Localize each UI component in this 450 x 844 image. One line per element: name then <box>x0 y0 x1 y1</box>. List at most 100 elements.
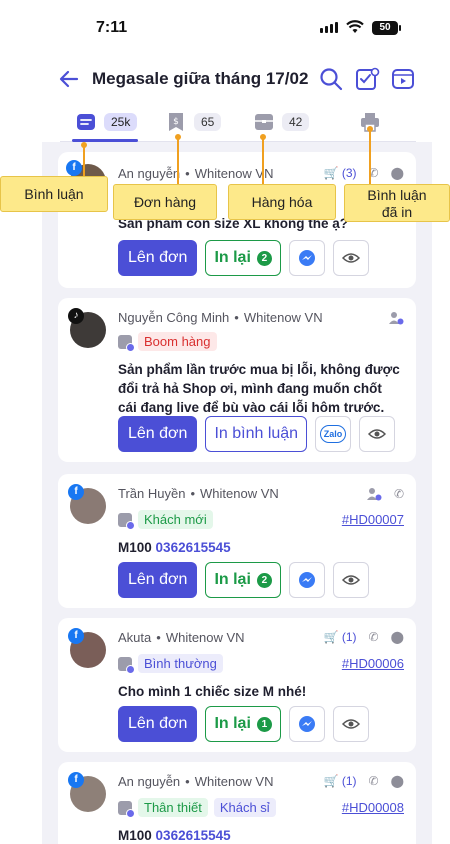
add-user-icon[interactable] <box>388 310 404 326</box>
reprint-button[interactable]: In lại 1 <box>205 706 281 742</box>
location-icon[interactable]: ⬤ <box>391 774 404 788</box>
video-icon[interactable] <box>390 66 416 92</box>
cart-icon: 🛒 <box>323 166 339 180</box>
create-order-button[interactable]: Lên đơn <box>118 240 198 276</box>
facebook-icon: f <box>68 772 84 788</box>
customer-tag: Khách mới <box>138 510 213 529</box>
customer-tags: Khách mới <box>118 510 213 530</box>
view-button[interactable] <box>359 416 396 452</box>
comment-meta <box>388 310 404 326</box>
view-button[interactable] <box>332 562 369 598</box>
comment-meta: 🛒 (1) ✆ ⬤ <box>324 774 404 788</box>
comment-card[interactable]: f Trần Huyền • Whitenow VN ✆ Khách mới #HD… <box>58 474 416 608</box>
comment-text: M100 0362615545 <box>118 540 231 555</box>
customer-tag: Bình thường <box>138 654 223 673</box>
messenger-icon <box>298 572 315 588</box>
tab-comments[interactable]: 25k <box>76 108 138 136</box>
phone-number[interactable]: 0362615545 <box>156 828 231 843</box>
zalo-button[interactable]: Zalo <box>315 416 352 452</box>
customer-tag: Thân thiết <box>138 798 208 817</box>
back-arrow-icon[interactable] <box>58 68 80 90</box>
phone-icon[interactable]: ✆ <box>394 487 404 501</box>
cart-count[interactable]: 🛒 (3) <box>324 166 357 180</box>
add-user-icon[interactable] <box>366 486 382 502</box>
cart-count[interactable]: 🛒 (1) <box>324 774 357 788</box>
tab-count: 65 <box>194 113 222 131</box>
card-actions: Lên đơn In lại 2 <box>118 240 369 276</box>
order-link[interactable]: #HD00006 <box>342 656 404 671</box>
card-actions: Lên đơn In lại 1 <box>118 706 369 742</box>
view-button[interactable] <box>332 706 369 742</box>
comment-author: Nguyễn Công Minh • Whitenow VN <box>118 310 323 325</box>
reprint-button[interactable]: In lại 2 <box>205 562 281 598</box>
tag-icon[interactable] <box>118 512 135 530</box>
order-link[interactable]: #HD00007 <box>342 512 404 527</box>
messenger-button[interactable] <box>288 562 325 598</box>
checklist-icon[interactable] <box>354 66 380 92</box>
facebook-icon: f <box>68 628 84 644</box>
customer-tags: Boom hàng <box>118 332 217 352</box>
tiktok-icon: ♪ <box>68 308 84 324</box>
tooltip-line <box>262 136 264 184</box>
comment-meta: ✆ <box>366 486 404 502</box>
comment-author: Trần Huyền • Whitenow VN <box>118 486 279 501</box>
tab-count: 25k <box>104 113 138 131</box>
cart-count[interactable]: 🛒 (1) <box>324 630 357 644</box>
messenger-icon <box>298 250 315 266</box>
tag-icon[interactable] <box>118 334 135 352</box>
comment-author: Akuta • Whitenow VN <box>118 630 245 645</box>
phone-icon[interactable]: ✆ <box>369 774 379 788</box>
comment-text: Cho mình 1 chiếc size M nhé! <box>118 684 307 699</box>
comment-text: Sản phẩm lần trước mua bị lỗi, không đượ… <box>118 362 400 415</box>
box-icon <box>255 114 273 130</box>
tab-orders[interactable]: $ 65 <box>166 108 222 136</box>
create-order-button[interactable]: Lên đơn <box>118 416 198 452</box>
eye-icon <box>368 429 387 439</box>
order-link[interactable]: #HD00008 <box>342 800 404 815</box>
header: Megasale giữa tháng 17/02 <box>0 60 450 100</box>
customer-tags: Thân thiết Khách sỉ <box>118 798 276 818</box>
location-icon[interactable]: ⬤ <box>391 630 404 644</box>
create-order-button[interactable]: Lên đơn <box>118 706 198 742</box>
phone-number[interactable]: 0362615545 <box>156 540 231 555</box>
svg-text:$: $ <box>173 117 179 127</box>
cart-icon: 🛒 <box>323 630 339 644</box>
print-comment-button[interactable]: In bình luận <box>205 416 308 452</box>
card-actions: Lên đơn In bình luận Zalo <box>118 416 396 452</box>
comment-author: An nguyễn • Whitenow VN <box>118 774 274 789</box>
create-order-button[interactable]: Lên đơn <box>118 562 198 598</box>
comment-list: f An nguyễn•Whitenow VN 🛒(3) ✆ ⬤ K #H Sả… <box>42 142 432 844</box>
comment-card[interactable]: f An nguyễn • Whitenow VN 🛒 (1) ✆ ⬤ Thân th… <box>58 762 416 844</box>
location-icon[interactable]: ⬤ <box>391 166 404 180</box>
messenger-button[interactable] <box>288 706 325 742</box>
tag-icon[interactable] <box>118 800 135 818</box>
comment-text: M100 0362615545 <box>118 828 231 843</box>
tab-products[interactable]: 42 <box>254 108 310 136</box>
eye-icon <box>341 253 360 263</box>
status-bar: 7:11 50 <box>0 0 450 52</box>
facebook-icon: f <box>68 484 84 500</box>
comment-author: An nguyễn • Whitenow VN <box>118 166 274 181</box>
search-icon[interactable] <box>318 66 344 92</box>
cart-icon: 🛒 <box>323 774 339 788</box>
tooltip-line <box>369 128 371 184</box>
zalo-icon: Zalo <box>319 425 347 443</box>
tooltip-products: Hàng hóa <box>228 184 336 220</box>
reprint-button[interactable]: In lại 2 <box>205 240 281 276</box>
tag-icon[interactable] <box>118 656 135 674</box>
messenger-button[interactable] <box>288 240 325 276</box>
phone-icon[interactable]: ✆ <box>369 630 379 644</box>
facebook-icon: f <box>66 160 82 176</box>
customer-tag: Boom hàng <box>138 332 217 351</box>
card-actions: Lên đơn In lại 2 <box>118 562 369 598</box>
view-button[interactable] <box>332 240 369 276</box>
comment-card[interactable]: ♪ Nguyễn Công Minh • Whitenow VN Boom hàng… <box>58 298 416 462</box>
comment-card[interactable]: f Akuta • Whitenow VN 🛒 (1) ✆ ⬤ Bình thường… <box>58 618 416 752</box>
tab-count: 42 <box>282 113 310 131</box>
app-screen: 7:11 50 Megasale giữa tháng 17/02 25k $ … <box>0 0 450 844</box>
page-title: Megasale giữa tháng 17/02 <box>92 69 309 88</box>
customer-tag: Khách sỉ <box>213 798 276 817</box>
battery-icon: 50 <box>372 21 401 35</box>
tooltip-orders: Đơn hàng <box>113 184 217 220</box>
comment-meta: 🛒 (1) ✆ ⬤ <box>324 630 404 644</box>
